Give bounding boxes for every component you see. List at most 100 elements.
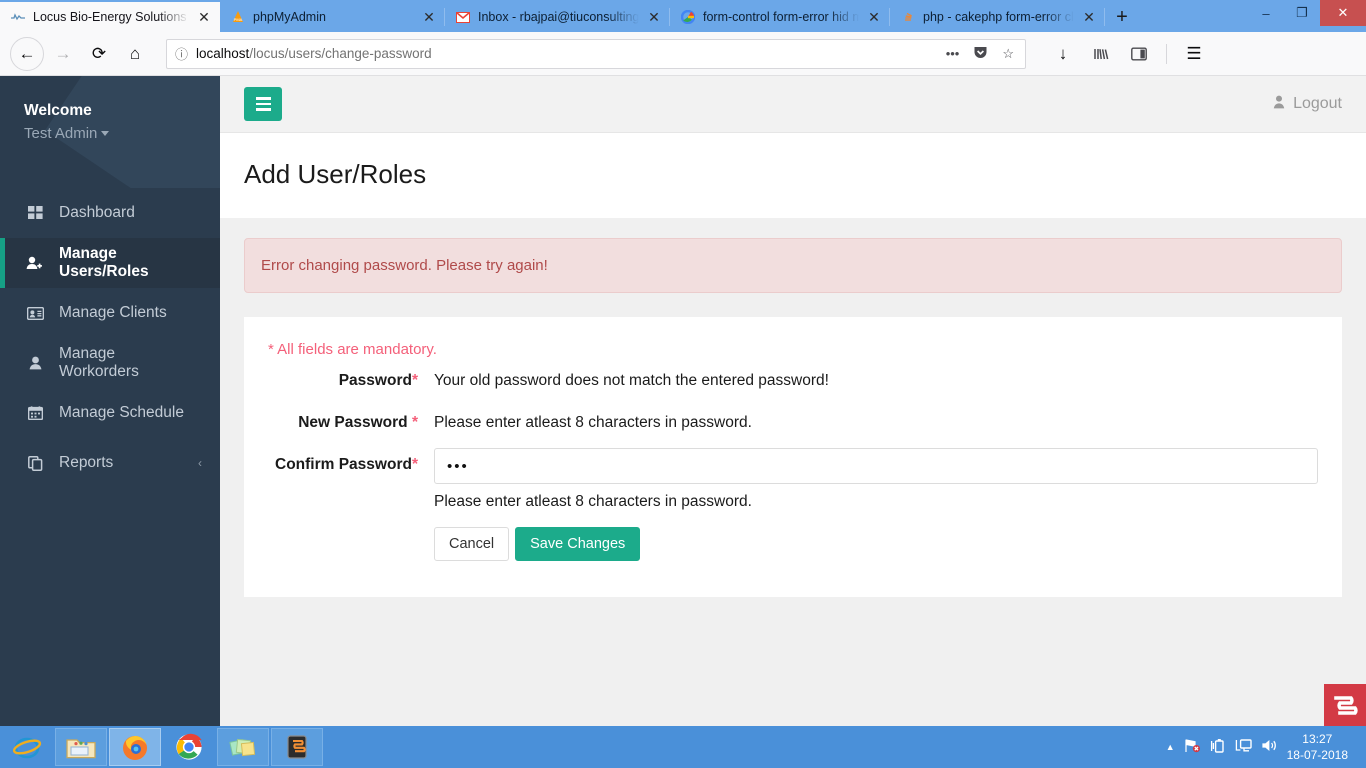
password-control: Your old password does not match the ent… xyxy=(434,364,1342,390)
logout-button[interactable]: Logout xyxy=(1273,95,1342,114)
show-hidden-icons-icon[interactable]: ▲ xyxy=(1166,742,1175,752)
required-asterisk: * xyxy=(411,414,418,431)
user-icon xyxy=(25,356,45,370)
volume-icon[interactable] xyxy=(1261,738,1278,756)
google-icon xyxy=(680,9,696,25)
sidebar-item-label: Manage Workorders xyxy=(59,345,139,380)
sidebar-icon[interactable] xyxy=(1122,37,1156,71)
main-content: Logout Add User/Roles Error changing pas… xyxy=(220,76,1366,726)
hamburger-icon[interactable] xyxy=(244,87,282,121)
url-path: /locus/users/change-password xyxy=(249,46,432,61)
browser-tab-1[interactable]: PMA phpMyAdmin ✕ xyxy=(220,2,445,32)
sidebar-item-manage-workorders[interactable]: Manage Workorders xyxy=(0,338,220,388)
library-icon[interactable] xyxy=(1084,37,1118,71)
url-text: localhost/locus/users/change-password xyxy=(196,46,935,61)
bookmark-star-icon[interactable]: ☆ xyxy=(999,46,1017,62)
browser-tab-2[interactable]: Inbox - rbajpai@tiuconsulting.c ✕ xyxy=(445,2,670,32)
label-text: Password xyxy=(338,372,412,389)
back-button[interactable]: ← xyxy=(10,36,44,71)
reload-button[interactable]: ⟳ xyxy=(82,37,116,71)
label-text: Confirm Password xyxy=(275,456,412,473)
file-explorer-icon[interactable] xyxy=(55,728,107,766)
sidebar-item-manage-clients[interactable]: Manage Clients xyxy=(0,288,220,338)
system-tray: ▲ 13:27 18-07-2018 xyxy=(1166,731,1366,763)
close-icon[interactable]: ✕ xyxy=(421,10,437,24)
user-icon xyxy=(1273,95,1285,114)
new-tab-button[interactable]: + xyxy=(1105,2,1139,32)
mandatory-note: * All fields are mandatory. xyxy=(268,341,437,358)
sublime-text-icon[interactable] xyxy=(271,728,323,766)
app-topbar: Logout xyxy=(220,76,1366,133)
close-icon[interactable]: ✕ xyxy=(646,10,662,24)
app-sidebar: Welcome Test Admin Dashboard Manage User… xyxy=(0,76,220,726)
sidebar-item-reports[interactable]: Reports ‹ xyxy=(0,438,220,488)
save-changes-button[interactable]: Save Changes xyxy=(515,527,641,561)
logout-label: Logout xyxy=(1293,95,1342,112)
sidebar-item-label: Manage Users/Roles xyxy=(59,245,149,280)
confirm-password-control: Please enter atleast 8 characters in pas… xyxy=(434,448,1342,561)
minimize-button[interactable]: – xyxy=(1248,0,1284,26)
error-alert: Error changing password. Please try agai… xyxy=(244,238,1342,293)
tab-title: form-control form-error hid my xyxy=(703,10,859,24)
browser-tab-4[interactable]: php - cakephp form-error class ✕ xyxy=(890,2,1105,32)
forward-button[interactable]: → xyxy=(46,37,80,71)
browser-tab-3[interactable]: form-control form-error hid my ✕ xyxy=(670,2,890,32)
svg-text:PMA: PMA xyxy=(234,17,243,22)
tab-title: php - cakephp form-error class xyxy=(923,10,1074,24)
locus-logo-icon xyxy=(10,9,26,25)
sidebar-item-label: Manage Schedule xyxy=(59,404,184,421)
stackoverflow-icon xyxy=(900,9,916,25)
tab-title: Locus Bio-Energy Solutions xyxy=(33,10,187,24)
new-password-control: Please enter atleast 8 characters in pas… xyxy=(434,406,1342,432)
cancel-button[interactable]: Cancel xyxy=(434,527,510,561)
sticky-notes-icon[interactable] xyxy=(217,728,269,766)
internet-explorer-icon[interactable] xyxy=(1,728,53,766)
close-icon[interactable]: ✕ xyxy=(866,10,882,24)
close-window-button[interactable]: ✕ xyxy=(1320,0,1366,26)
sidebar-item-dashboard[interactable]: Dashboard xyxy=(0,188,220,238)
tab-title: phpMyAdmin xyxy=(253,10,326,24)
browser-tab-0[interactable]: Locus Bio-Energy Solutions ✕ xyxy=(0,2,220,32)
change-password-form: * All fields are mandatory. Password* Yo… xyxy=(244,317,1342,597)
user-plus-icon xyxy=(25,256,45,270)
monitor-icon[interactable] xyxy=(1235,738,1252,756)
grid-icon xyxy=(25,206,45,220)
home-button[interactable]: ⌂ xyxy=(118,37,152,71)
windows-taskbar: ▲ 13:27 18-07-2018 xyxy=(0,726,1366,768)
url-bar[interactable]: ⓘ localhost/locus/users/change-password … xyxy=(166,38,1026,69)
download-icon[interactable]: ↓ xyxy=(1046,37,1080,71)
user-name: Test Admin xyxy=(24,125,98,142)
close-icon[interactable]: ✕ xyxy=(196,10,212,24)
user-menu[interactable]: Test Admin xyxy=(24,125,220,142)
required-asterisk: * xyxy=(411,456,418,473)
confirm-password-input[interactable] xyxy=(434,448,1318,484)
page-actions-icon[interactable]: ••• xyxy=(943,46,963,61)
menu-icon[interactable]: ☰ xyxy=(1177,37,1211,71)
label-text: New Password xyxy=(298,414,408,431)
clock-time: 13:27 xyxy=(1302,731,1333,746)
close-icon[interactable]: ✕ xyxy=(1081,10,1097,24)
pocket-icon[interactable] xyxy=(970,45,991,63)
network-icon[interactable] xyxy=(1184,738,1201,756)
clock-date: 18-07-2018 xyxy=(1286,748,1348,762)
page-title: Add User/Roles xyxy=(244,159,427,189)
form-row-confirm-password: Confirm Password* Please enter atleast 8… xyxy=(244,448,1342,561)
support-widget-icon[interactable] xyxy=(1324,684,1366,726)
toolbar-divider xyxy=(1166,43,1167,64)
page-title-card: Add User/Roles xyxy=(220,133,1366,218)
restore-button[interactable]: ❐ xyxy=(1284,0,1320,26)
browser-tool-icons: ↓ ☰ xyxy=(1046,37,1211,71)
firefox-icon[interactable] xyxy=(109,728,161,766)
sidebar-item-manage-users-roles[interactable]: Manage Users/Roles xyxy=(0,238,220,288)
confirm-password-label: Confirm Password* xyxy=(244,448,434,474)
sidebar-item-label: Dashboard xyxy=(59,204,135,221)
sidebar-item-manage-schedule[interactable]: Manage Schedule xyxy=(0,388,220,438)
battery-icon[interactable] xyxy=(1210,738,1226,756)
site-info-icon[interactable]: ⓘ xyxy=(175,44,188,63)
navigation-toolbar: ← → ⟳ ⌂ ⓘ localhost/locus/users/change-p… xyxy=(0,32,1366,76)
chrome-icon[interactable] xyxy=(163,728,215,766)
gmail-icon xyxy=(455,9,471,25)
password-label: Password* xyxy=(244,364,434,390)
taskbar-clock[interactable]: 13:27 18-07-2018 xyxy=(1287,731,1356,763)
sidebar-item-label: Manage Clients xyxy=(59,304,167,321)
